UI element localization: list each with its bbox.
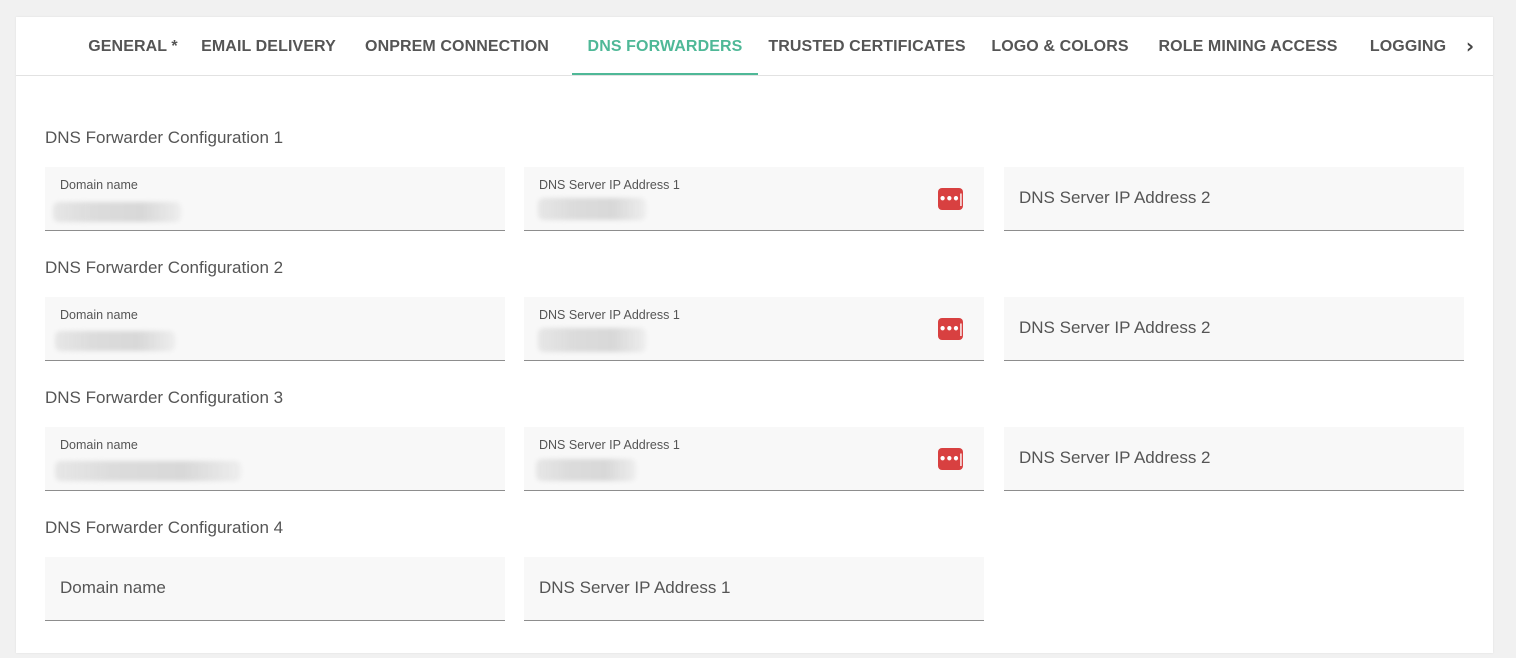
domain-name-field-2[interactable]: Domain name bbox=[45, 297, 505, 361]
redacted-ip-value bbox=[538, 198, 646, 220]
domain-name-label: Domain name bbox=[60, 438, 138, 452]
domain-name-label: Domain name bbox=[60, 578, 166, 597]
dns-ip2-label: DNS Server IP Address 2 bbox=[1019, 188, 1211, 207]
dns-ip1-field-4[interactable]: DNS Server IP Address 1 bbox=[524, 557, 984, 621]
section-title-config-4: DNS Forwarder Configuration 4 bbox=[45, 518, 284, 537]
tab-logo-colors[interactable]: LOGO & COLORS bbox=[986, 17, 1134, 75]
tab-general[interactable]: GENERAL * bbox=[72, 17, 194, 75]
section-title-config-3: DNS Forwarder Configuration 3 bbox=[45, 388, 284, 407]
password-manager-icon[interactable]: •••| bbox=[938, 448, 963, 470]
domain-name-field-4[interactable]: Domain name bbox=[45, 557, 505, 621]
dns-ip1-label: DNS Server IP Address 1 bbox=[539, 438, 680, 452]
chevron-right-icon[interactable]: › bbox=[1460, 33, 1480, 59]
domain-name-label: Domain name bbox=[60, 178, 138, 192]
settings-card: GENERAL * EMAIL DELIVERY ONPREM CONNECTI… bbox=[16, 17, 1493, 653]
redacted-ip-value bbox=[536, 459, 636, 481]
dns-ip1-field-2[interactable]: DNS Server IP Address 1 •••| bbox=[524, 297, 984, 361]
dns-ip2-label: DNS Server IP Address 2 bbox=[1019, 448, 1211, 467]
tab-role-mining-access[interactable]: ROLE MINING ACCESS bbox=[1154, 17, 1342, 75]
tab-onprem-connection[interactable]: ONPREM CONNECTION bbox=[360, 17, 554, 75]
domain-name-field-1[interactable]: Domain name bbox=[45, 167, 505, 231]
redacted-ip-value bbox=[538, 328, 646, 352]
tab-trusted-certificates[interactable]: TRUSTED CERTIFICATES bbox=[768, 17, 966, 75]
dns-ip2-label: DNS Server IP Address 2 bbox=[1019, 318, 1211, 337]
password-manager-icon[interactable]: •••| bbox=[938, 188, 963, 210]
dns-ip1-field-3[interactable]: DNS Server IP Address 1 •••| bbox=[524, 427, 984, 491]
domain-name-label: Domain name bbox=[60, 308, 138, 322]
dns-ip1-field-1[interactable]: DNS Server IP Address 1 •••| bbox=[524, 167, 984, 231]
section-title-config-1: DNS Forwarder Configuration 1 bbox=[45, 128, 284, 147]
redacted-domain-value bbox=[53, 202, 181, 222]
section-title-config-2: DNS Forwarder Configuration 2 bbox=[45, 258, 284, 277]
password-manager-icon[interactable]: •••| bbox=[938, 318, 963, 340]
dns-ip1-label: DNS Server IP Address 1 bbox=[539, 308, 680, 322]
dns-ip1-label: DNS Server IP Address 1 bbox=[539, 178, 680, 192]
tab-logging[interactable]: LOGGING bbox=[1362, 17, 1454, 75]
dns-ip2-field-3[interactable]: DNS Server IP Address 2 bbox=[1004, 427, 1464, 491]
active-tab-indicator bbox=[572, 73, 758, 75]
tab-dns-forwarders[interactable]: DNS FORWARDERS bbox=[572, 17, 758, 75]
tab-email-delivery[interactable]: EMAIL DELIVERY bbox=[196, 17, 341, 75]
domain-name-field-3[interactable]: Domain name bbox=[45, 427, 505, 491]
tab-bar: GENERAL * EMAIL DELIVERY ONPREM CONNECTI… bbox=[16, 17, 1493, 76]
redacted-domain-value bbox=[55, 461, 241, 481]
redacted-domain-value bbox=[55, 331, 175, 351]
dns-ip2-field-1[interactable]: DNS Server IP Address 2 bbox=[1004, 167, 1464, 231]
dns-ip1-label: DNS Server IP Address 1 bbox=[539, 578, 731, 597]
dns-ip2-field-2[interactable]: DNS Server IP Address 2 bbox=[1004, 297, 1464, 361]
